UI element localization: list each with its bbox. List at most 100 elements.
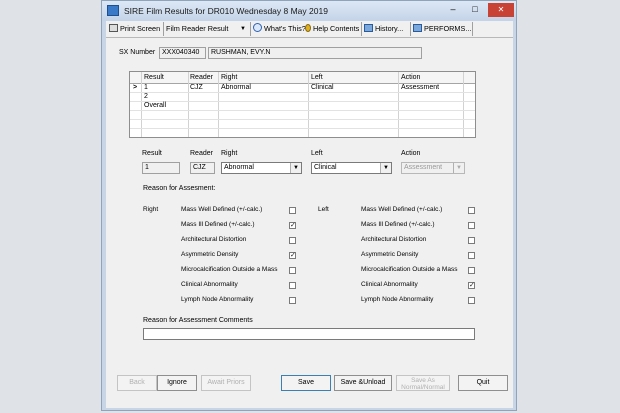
performs-button[interactable]: PERFORMS... <box>413 23 471 35</box>
row-line <box>130 128 475 129</box>
patient-name-field: RUSHMAN, EVY.N <box>208 47 422 59</box>
quit-button[interactable]: Quit <box>458 375 508 391</box>
results-table: Result Reader Right Left Action > 1 CJZ … <box>129 71 476 138</box>
toolbar-divider <box>472 22 473 36</box>
reason-label: Microcalcification Outside a Mass <box>181 266 278 273</box>
reason-label: Architectural Distortion <box>361 236 427 243</box>
toolbar: Print Screen Film Reader Result ▼ What's… <box>106 21 513 38</box>
client-area: SX Number XXX040340 RUSHMAN, EVY.N Resul… <box>106 38 513 408</box>
chevron-down-icon: ▼ <box>240 26 246 32</box>
sx-number-label: SX Number <box>119 49 156 56</box>
await-priors-button[interactable]: Await Priors <box>201 375 251 391</box>
reason-checkbox[interactable] <box>289 297 296 304</box>
help-contents-label: Help Contents <box>313 24 360 33</box>
chevron-down-icon[interactable]: ▼ <box>290 163 301 173</box>
print-screen-button[interactable]: Print Screen <box>109 23 160 35</box>
save-button[interactable]: Save <box>281 375 331 391</box>
comments-input[interactable] <box>143 328 475 340</box>
reason-label: Mass Well Defined (+/-calc.) <box>181 206 263 213</box>
reason-checkbox[interactable] <box>468 207 475 214</box>
report-select-value: Film Reader Result <box>166 24 229 33</box>
title-bar[interactable]: SIRE Film Results for DR010 Wednesday 8 … <box>102 1 516 21</box>
column-header-right[interactable]: Right <box>221 74 237 81</box>
minimize-button[interactable]: – <box>442 3 464 17</box>
reason-label: Mass Well Defined (+/-calc.) <box>361 206 443 213</box>
chevron-down-icon[interactable]: ▼ <box>453 163 464 173</box>
reason-checkbox[interactable] <box>468 252 475 259</box>
table-cell[interactable]: CJZ <box>190 84 203 91</box>
reason-label: Clinical Abnormality <box>181 281 238 288</box>
close-button[interactable]: ✕ <box>488 3 514 17</box>
chevron-down-icon[interactable]: ▼ <box>380 163 391 173</box>
whats-this-icon <box>253 23 262 32</box>
performs-label: PERFORMS... <box>424 24 472 33</box>
printer-icon <box>109 24 118 32</box>
normal-normal-label: Normal/Normal <box>401 384 445 391</box>
reason-heading: Reason for Assesment: <box>143 185 216 192</box>
column-header-result[interactable]: Result <box>144 74 164 81</box>
history-button[interactable]: History... <box>364 23 403 35</box>
reason-checkbox[interactable] <box>468 237 475 244</box>
action-select[interactable]: Assessment ▼ <box>401 162 465 174</box>
table-cell[interactable]: Clinical <box>311 84 334 91</box>
column-header-reader[interactable]: Reader <box>190 74 213 81</box>
reason-checkbox[interactable] <box>468 267 475 274</box>
right-side-label: Right <box>143 206 159 213</box>
reason-checkbox[interactable] <box>468 222 475 229</box>
reason-checkbox[interactable] <box>289 267 296 274</box>
left-label: Left <box>311 150 323 157</box>
help-contents-button[interactable]: Help Contents <box>305 23 359 35</box>
reason-checkbox[interactable]: ✓ <box>289 222 296 229</box>
reason-label: Clinical Abnormality <box>361 281 418 288</box>
lightbulb-icon <box>305 24 311 32</box>
right-result-select[interactable]: Abnormal ▼ <box>221 162 302 174</box>
left-result-select[interactable]: Clinical ▼ <box>311 162 392 174</box>
performs-icon <box>413 24 422 32</box>
table-cell[interactable]: Assessment <box>401 84 439 91</box>
maximize-button[interactable]: □ <box>464 3 486 17</box>
reason-checkbox[interactable]: ✓ <box>468 282 475 289</box>
toolbar-divider <box>361 22 362 36</box>
toolbar-divider <box>410 22 411 36</box>
row-line <box>130 110 475 111</box>
table-cell[interactable]: Abnormal <box>221 84 251 91</box>
back-button[interactable]: Back <box>117 375 157 391</box>
reason-checkbox[interactable] <box>468 297 475 304</box>
report-select[interactable]: Film Reader Result ▼ <box>166 23 248 35</box>
toolbar-divider <box>163 22 164 36</box>
app-icon <box>107 5 119 16</box>
reason-checkbox[interactable] <box>289 282 296 289</box>
left-side-label: Left <box>318 206 329 213</box>
result-field: 1 <box>142 162 180 174</box>
reason-label: Asymmetric Density <box>361 251 419 258</box>
reason-checkbox[interactable]: ✓ <box>289 252 296 259</box>
reader-field: CJZ <box>190 162 215 174</box>
table-cell[interactable]: 1 <box>144 84 148 91</box>
reason-label: Mass Ill Defined (+/-calc.) <box>181 221 255 228</box>
column-header-action[interactable]: Action <box>401 74 420 81</box>
film-results-window: SIRE Film Results for DR010 Wednesday 8 … <box>101 0 517 411</box>
window-title: SIRE Film Results for DR010 Wednesday 8 … <box>124 6 328 16</box>
history-icon <box>364 24 373 32</box>
right-label: Right <box>221 150 238 157</box>
left-result-value: Clinical <box>314 164 337 171</box>
table-header <box>130 72 475 84</box>
current-row-pointer: > <box>133 84 138 91</box>
reason-label: Asymmetric Density <box>181 251 239 258</box>
reason-label: Mass Ill Defined (+/-calc.) <box>361 221 435 228</box>
action-label: Action <box>401 150 421 157</box>
ignore-button[interactable]: Ignore <box>157 375 197 391</box>
right-result-value: Abnormal <box>224 164 254 171</box>
whats-this-button[interactable]: What's This? <box>253 23 306 35</box>
row-line <box>130 92 475 93</box>
save-unload-button[interactable]: Save &Unload <box>334 375 392 391</box>
save-as-label: Save As <box>411 377 435 384</box>
reason-label: Microcalcification Outside a Mass <box>361 266 458 273</box>
row-line <box>130 101 475 102</box>
column-header-left[interactable]: Left <box>311 74 323 81</box>
table-cell[interactable]: 2 <box>144 93 148 100</box>
reason-checkbox[interactable] <box>289 237 296 244</box>
table-cell[interactable]: Overall <box>144 102 166 109</box>
save-as-normal-button[interactable]: Save As Normal/Normal <box>396 375 450 391</box>
reason-checkbox[interactable] <box>289 207 296 214</box>
